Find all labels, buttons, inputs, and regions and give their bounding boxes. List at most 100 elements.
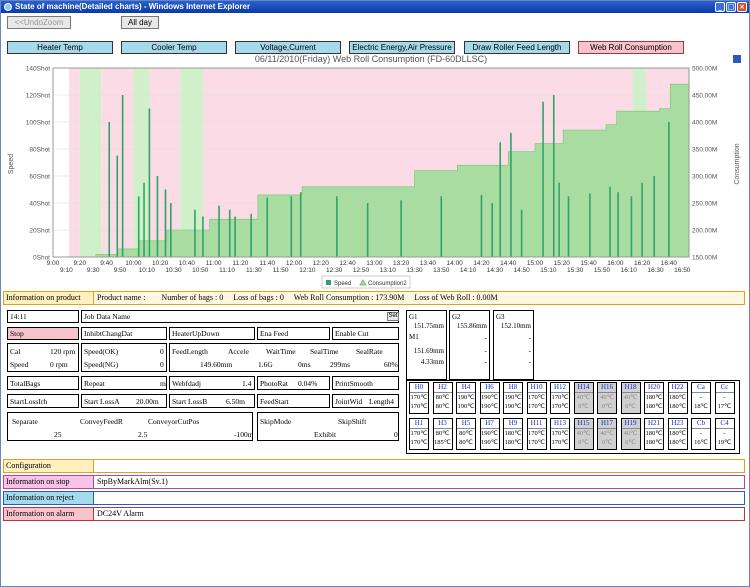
- separate-convey-field[interactable]: Separate ConveyFeedR ConveyorCutPos 25 2.5 -1…: [7, 412, 253, 441]
- heater-h14[interactable]: H14 40℃ 0℃: [573, 382, 594, 414]
- gauge-m-value: -: [528, 358, 531, 366]
- y-tick-label: 120Shot: [26, 93, 50, 100]
- enable-cut-field[interactable]: Enable Cut: [332, 327, 399, 340]
- heater-h4[interactable]: H4 190℃ 190℃: [456, 382, 476, 414]
- save-icon[interactable]: [733, 55, 741, 63]
- heater-temp: -: [723, 430, 726, 437]
- browser-window: State of machine(Detailed charts) - Wind…: [0, 0, 750, 587]
- minimize-icon[interactable]: _: [715, 2, 725, 12]
- gauge-g3: G3 152.10mm - - -: [493, 310, 534, 380]
- heater-temp: 40℃: [623, 394, 638, 401]
- set-button[interactable]: Set: [387, 312, 399, 321]
- speed-spike: [589, 193, 591, 257]
- total-bags-field[interactable]: TotalBags: [7, 376, 79, 390]
- heater-h3[interactable]: H3 80℃ 185℃: [432, 418, 453, 450]
- heater-cb[interactable]: Cb - 16℃: [691, 418, 711, 450]
- heater-h5[interactable]: H5 80℃ 80℃: [456, 418, 476, 450]
- heater-h22[interactable]: H22 180℃ 180℃: [667, 382, 688, 414]
- feed-params-field[interactable]: FeedLength Accele WaitTime SealTime SealRate…: [169, 343, 399, 372]
- start-loss-a-field[interactable]: Start LossA 20.00m: [81, 394, 167, 408]
- heater-h2[interactable]: H2 80℃ 80℃: [432, 382, 453, 414]
- heater-name: H7: [480, 419, 499, 429]
- field-text: Separate: [12, 417, 38, 426]
- all-day-button[interactable]: All day: [121, 16, 159, 29]
- heater-ca[interactable]: Ca - 18℃: [691, 382, 711, 414]
- heater-temp: 170℃: [551, 403, 569, 410]
- ena-feed-field[interactable]: Ena Feed: [257, 327, 330, 340]
- web-roll-chart[interactable]: 06/11/2010(Friday) Web Roll Consumption …: [3, 52, 745, 289]
- heater-h7[interactable]: H7 190℃ 190℃: [479, 418, 500, 450]
- speed-spike: [202, 216, 204, 257]
- x-tick-label: 16:00: [607, 260, 624, 267]
- heater-h1[interactable]: H1 170℃ 170℃: [409, 418, 429, 450]
- heater-h16[interactable]: H16 40℃ 0℃: [597, 382, 617, 414]
- y-tick-label: 80Shot: [29, 147, 50, 154]
- y2-tick-label: 150.00M: [692, 255, 717, 262]
- heater-h20[interactable]: H20 180℃ 180℃: [644, 382, 664, 414]
- heater-name: H1: [410, 419, 428, 429]
- heater-h19[interactable]: H19 40℃ 0℃: [620, 418, 641, 450]
- heater-temp: 170℃: [551, 439, 569, 446]
- close-icon[interactable]: ×: [737, 2, 747, 12]
- x-tick-label: 14:50: [513, 267, 530, 274]
- heater-h23[interactable]: H23 180℃ 180℃: [667, 418, 688, 450]
- feed-start-field[interactable]: FeedStart: [257, 394, 330, 408]
- heater-h9[interactable]: H9 180℃ 180℃: [503, 418, 523, 450]
- heater-temp: 190℃: [457, 394, 475, 401]
- stop-status[interactable]: Stop: [7, 327, 79, 340]
- heater-h8[interactable]: H8 190℃ 190℃: [503, 382, 523, 414]
- heater-h13[interactable]: H13 170℃ 170℃: [550, 418, 570, 450]
- stop-band: [69, 68, 80, 257]
- webadj-field[interactable]: Webfdadj 1.4: [169, 376, 255, 390]
- speed-ok-ng-field[interactable]: Speed(OK) 0 Speed(NG) 0: [81, 343, 167, 372]
- photo-field[interactable]: PhotoRat 0.04%: [257, 376, 330, 390]
- heater-h15[interactable]: H15 40℃ 0℃: [573, 418, 594, 450]
- heater-temp: 170℃: [410, 439, 428, 446]
- heater-h11[interactable]: H11 170℃ 170℃: [526, 418, 547, 450]
- heater-c4[interactable]: C4- 19℃: [714, 418, 735, 450]
- field-text: PhotoRat: [260, 379, 288, 388]
- heater-temp: 170℃: [527, 394, 546, 401]
- heater-temp: 170℃: [527, 430, 546, 437]
- gauge-m-value: 4.33mm: [420, 358, 444, 366]
- start-loss-irh-field[interactable]: StartLossIrh: [7, 394, 79, 408]
- speed-spike: [480, 194, 483, 257]
- undo-zoom-button[interactable]: <<UndoZoom: [7, 16, 71, 29]
- speed-spike: [194, 209, 196, 257]
- field-text: TotalBags: [10, 379, 41, 388]
- speed-spike: [440, 196, 443, 257]
- heater-h12[interactable]: H12 170℃ 170℃: [550, 382, 570, 414]
- heater-temp: 180℃: [504, 439, 522, 446]
- maximize-icon[interactable]: □: [726, 2, 736, 12]
- skip-field[interactable]: SkipMode SkipShift Exhibit 0: [257, 412, 399, 441]
- cal-speed-field[interactable]: Cal 120 rpm Speed 0 rpm: [7, 343, 79, 372]
- repeat-field[interactable]: Repeat m: [81, 376, 167, 390]
- speed-spike: [290, 196, 293, 257]
- print-smooth-field[interactable]: PrintSmooth: [332, 376, 399, 390]
- x-tick-label: 12:20: [313, 260, 330, 267]
- y2-axis-label: Consumption: [734, 143, 741, 184]
- field-text: WaitTime: [266, 347, 296, 356]
- start-loss-b-field[interactable]: Start LossB 6.50m: [169, 394, 255, 408]
- heater-h18[interactable]: H18 40℃ 0℃: [620, 382, 641, 414]
- heater-h0[interactable]: H0 170℃ 170℃: [409, 382, 429, 414]
- field-text: 1.6G: [258, 360, 273, 369]
- job-data-field[interactable]: Job Data Name: [81, 310, 399, 323]
- heater-temp: 18℃: [694, 403, 708, 410]
- heater-h6[interactable]: H6 190℃ 190℃: [479, 382, 500, 414]
- x-tick-label: 15:50: [594, 267, 611, 274]
- time-field[interactable]: 14:11: [7, 310, 79, 323]
- field-text: 6.50m: [226, 397, 245, 406]
- heater-h10[interactable]: H10 170℃ 170℃: [526, 382, 547, 414]
- heater-h17[interactable]: H17 40℃ 0℃: [597, 418, 617, 450]
- field-text: Ena Feed: [260, 329, 289, 338]
- speed-spike: [143, 182, 145, 257]
- heater-updown-field[interactable]: HeaterUpDown: [169, 327, 255, 340]
- field-text: 0.04%: [298, 379, 318, 388]
- joint-wid-field[interactable]: JointWid Length4: [332, 394, 399, 408]
- heater-temp: 180℃: [668, 403, 687, 410]
- heater-h21[interactable]: H21 180℃ 180℃: [644, 418, 664, 450]
- heater-temp: 80℃: [435, 394, 450, 401]
- inhibit-field[interactable]: InhibtChangDat: [81, 327, 167, 340]
- heater-cc[interactable]: Cc - 17℃: [714, 382, 735, 414]
